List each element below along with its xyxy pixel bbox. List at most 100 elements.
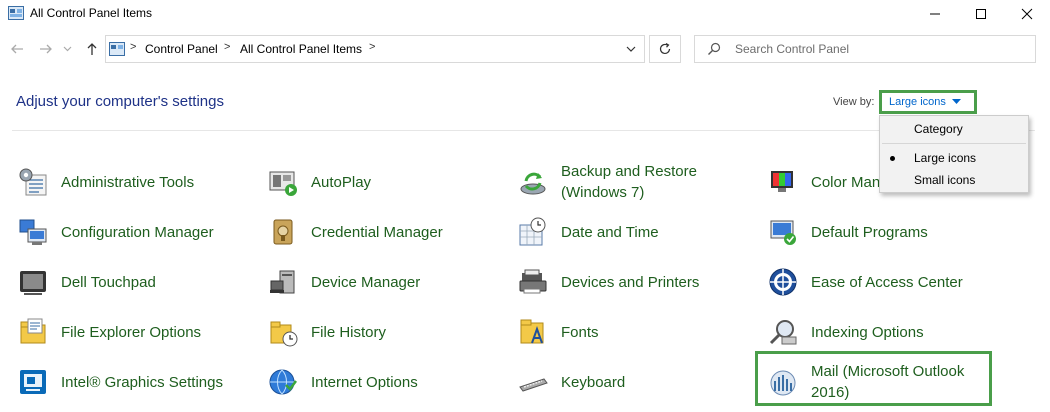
item-ease-of-access[interactable]: Ease of Access Center bbox=[768, 262, 963, 302]
window-title: All Control Panel Items bbox=[30, 6, 153, 20]
mail-highlight bbox=[755, 351, 992, 406]
item-label: Dell Touchpad bbox=[61, 273, 156, 291]
maximize-icon bbox=[976, 9, 986, 19]
item-label: Indexing Options bbox=[811, 323, 924, 341]
caret-down-icon bbox=[951, 99, 961, 104]
color-management-icon bbox=[771, 171, 793, 192]
item-label: Keyboard bbox=[561, 373, 626, 391]
control-panel-icon bbox=[8, 6, 24, 20]
title-bar: All Control Panel Items bbox=[0, 0, 1050, 28]
item-administrative-tools[interactable]: Administrative Tools bbox=[18, 162, 194, 202]
item-indexing-options[interactable]: Indexing Options bbox=[768, 312, 924, 352]
intel-graphics-icon bbox=[20, 370, 46, 394]
item-label: Devices and Printers bbox=[561, 273, 700, 291]
indexing-options-icon bbox=[769, 320, 797, 345]
item-configuration-manager[interactable]: Configuration Manager bbox=[18, 212, 214, 252]
item-label: Intel® Graphics Settings bbox=[61, 373, 223, 391]
arrow-right-icon bbox=[40, 44, 52, 54]
view-by-value: Large icons bbox=[889, 96, 946, 108]
item-label: Fonts bbox=[561, 323, 599, 341]
item-intel-graphics[interactable]: Intel® Graphics Settings bbox=[18, 362, 223, 402]
touchpad-icon bbox=[20, 271, 46, 295]
internet-options-icon bbox=[269, 369, 297, 395]
up-button[interactable] bbox=[81, 38, 103, 60]
breadcrumb-separator: > bbox=[224, 41, 231, 53]
item-default-programs[interactable]: Default Programs bbox=[768, 212, 928, 252]
item-label: File History bbox=[311, 323, 387, 341]
close-button[interactable] bbox=[1004, 0, 1050, 28]
control-panel-icon bbox=[109, 42, 125, 56]
item-label: Administrative Tools bbox=[61, 173, 195, 191]
view-by-menu: Category Large icons Small icons bbox=[879, 115, 1029, 193]
item-file-history[interactable]: File History bbox=[268, 312, 386, 352]
item-credential-manager[interactable]: Credential Manager bbox=[268, 212, 443, 252]
folder-options-icon bbox=[20, 318, 46, 344]
item-label: Internet Options bbox=[311, 373, 418, 391]
autoplay-icon bbox=[269, 171, 297, 196]
breadcrumb-all-items[interactable]: All Control Panel Items bbox=[240, 42, 362, 56]
breadcrumb-separator: > bbox=[130, 41, 137, 53]
fonts-icon bbox=[520, 319, 544, 344]
item-label: Configuration Manager bbox=[61, 223, 214, 241]
item-dell-touchpad[interactable]: Dell Touchpad bbox=[18, 262, 156, 302]
view-by-dropdown[interactable]: Large icons bbox=[879, 90, 977, 114]
selected-bullet-icon bbox=[890, 156, 895, 161]
menu-item-label: Category bbox=[914, 122, 963, 136]
search-icon bbox=[708, 42, 721, 55]
devices-printers-icon bbox=[519, 269, 547, 294]
menu-item-label: Large icons bbox=[914, 151, 977, 165]
item-date-time[interactable]: Date and Time bbox=[518, 212, 659, 252]
item-file-explorer-options[interactable]: File Explorer Options bbox=[18, 312, 201, 352]
menu-item-label: Small icons bbox=[914, 173, 976, 187]
item-backup-restore[interactable]: Backup and Restore (Windows 7) bbox=[518, 162, 721, 202]
breadcrumb-control-panel[interactable]: Control Panel bbox=[145, 42, 218, 56]
item-keyboard[interactable]: Keyboard bbox=[518, 362, 625, 402]
page-title: Adjust your computer's settings bbox=[16, 93, 224, 110]
device-manager-icon bbox=[270, 270, 295, 294]
item-label: Date and Time bbox=[561, 223, 659, 241]
back-button[interactable] bbox=[6, 38, 28, 60]
breadcrumb-separator: > bbox=[369, 41, 376, 53]
backup-restore-icon bbox=[520, 172, 546, 195]
arrow-up-icon bbox=[87, 43, 97, 55]
menu-item-large-icons[interactable]: Large icons bbox=[880, 147, 1028, 169]
default-programs-icon bbox=[770, 220, 796, 245]
keyboard-icon bbox=[519, 378, 548, 392]
minimize-icon bbox=[930, 13, 940, 15]
item-label: Credential Manager bbox=[311, 223, 443, 241]
item-device-manager[interactable]: Device Manager bbox=[268, 262, 420, 302]
forward-button[interactable] bbox=[35, 38, 57, 60]
item-devices-printers[interactable]: Devices and Printers bbox=[518, 262, 699, 302]
scrollbar[interactable] bbox=[1035, 66, 1050, 412]
date-time-icon bbox=[519, 217, 546, 246]
admin-tools-icon bbox=[19, 168, 47, 196]
search-box[interactable]: Search Control Panel bbox=[694, 35, 1036, 63]
search-input[interactable]: Search Control Panel bbox=[735, 42, 849, 56]
close-icon bbox=[1021, 8, 1033, 20]
ease-of-access-icon bbox=[769, 268, 797, 296]
address-dropdown-button[interactable] bbox=[618, 36, 644, 62]
maximize-button[interactable] bbox=[958, 0, 1004, 28]
configuration-manager-icon bbox=[19, 219, 47, 245]
menu-separator bbox=[882, 143, 1026, 144]
credential-manager-icon bbox=[273, 219, 293, 245]
item-label: File Explorer Options bbox=[61, 323, 202, 341]
address-bar[interactable]: > Control Panel > All Control Panel Item… bbox=[105, 35, 645, 63]
menu-item-small-icons[interactable]: Small icons bbox=[880, 169, 1028, 191]
file-history-icon bbox=[270, 321, 298, 347]
recent-locations-button[interactable] bbox=[60, 38, 74, 60]
menu-item-category[interactable]: Category bbox=[880, 118, 1028, 140]
chevron-down-icon bbox=[626, 46, 636, 52]
refresh-icon bbox=[659, 42, 671, 55]
view-by-label: View by: bbox=[833, 96, 875, 108]
item-fonts[interactable]: Fonts bbox=[518, 312, 599, 352]
arrow-left-icon bbox=[11, 44, 23, 54]
item-label: Ease of Access Center bbox=[811, 273, 963, 291]
item-label: AutoPlay bbox=[311, 173, 372, 191]
minimize-button[interactable] bbox=[912, 0, 958, 28]
item-internet-options[interactable]: Internet Options bbox=[268, 362, 418, 402]
chevron-down-icon bbox=[63, 46, 71, 52]
item-autoplay[interactable]: AutoPlay bbox=[268, 162, 371, 202]
item-label: Default Programs bbox=[811, 223, 928, 241]
refresh-button[interactable] bbox=[649, 35, 681, 63]
